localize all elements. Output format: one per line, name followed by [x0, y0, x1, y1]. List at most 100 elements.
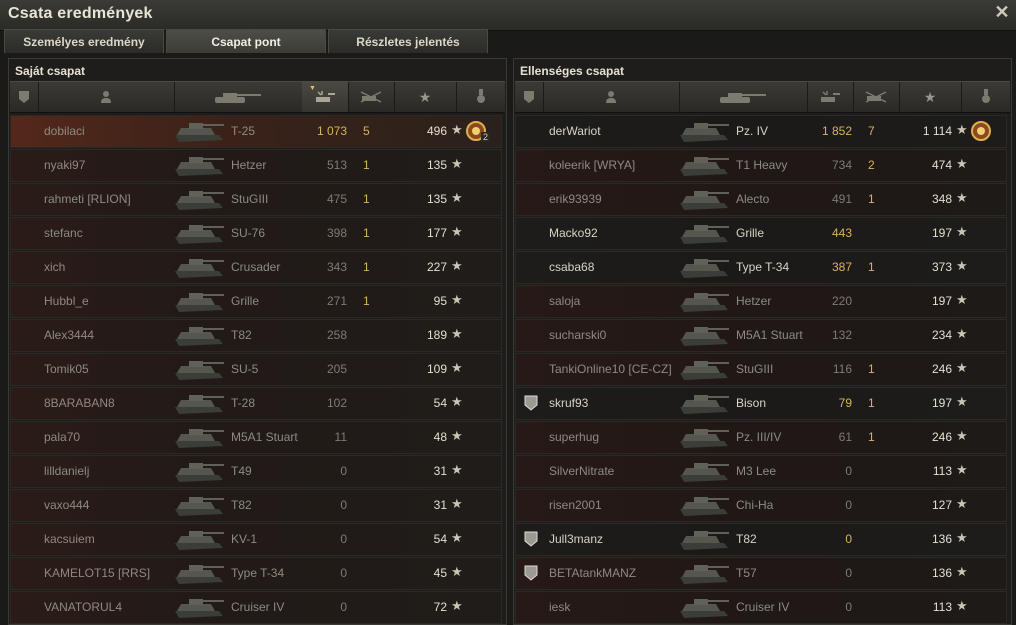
- tank-icon: [171, 152, 227, 179]
- table-row[interactable]: pala70 M5A1 Stuart 11 48 ★: [10, 421, 502, 454]
- medal-icon[interactable]: [970, 119, 992, 143]
- star-icon[interactable]: ★: [899, 82, 962, 112]
- damage-value: 61: [838, 430, 852, 444]
- table-row[interactable]: risen2001 Chi-Ha 0 127 ★: [515, 489, 1007, 522]
- table-row[interactable]: TankiOnline10 [CE-CZ] StuGIII 116 1 246 ★: [515, 353, 1007, 386]
- player-icon[interactable]: [543, 82, 680, 112]
- damage-value: 11: [334, 430, 347, 444]
- tank-name: StuGIII: [231, 192, 269, 206]
- tank-icon: [676, 186, 732, 213]
- tank-icon: [171, 594, 227, 621]
- table-row[interactable]: VANATORUL4 Cruiser IV 0 72 ★: [10, 591, 502, 624]
- kills-icon[interactable]: [853, 82, 900, 112]
- points-value: 189: [426, 328, 447, 342]
- table-row[interactable]: kacsuiem KV-1 0 54 ★: [10, 523, 502, 556]
- medal-icon[interactable]: [456, 82, 505, 112]
- tank-icon: [676, 560, 732, 587]
- damage-icon[interactable]: ▼: [302, 82, 349, 112]
- table-row[interactable]: lilldanielj T49 0 31 ★: [10, 455, 502, 488]
- kills-value: 1: [363, 226, 370, 240]
- star-icon: ★: [956, 190, 968, 205]
- tank-icon: [171, 186, 227, 213]
- clan-badge-icon: [524, 395, 538, 411]
- tank-icon: [171, 492, 227, 519]
- star-icon: ★: [956, 530, 968, 545]
- player-name: vaxo444: [44, 498, 90, 512]
- points-value: 496: [426, 124, 447, 138]
- tank-name: T49: [231, 464, 252, 478]
- table-row[interactable]: Alex3444 T82 258 189 ★: [10, 319, 502, 352]
- table-row[interactable]: SilverNitrate M3 Lee 0 113 ★: [515, 455, 1007, 488]
- player-name: Tomik05: [44, 362, 89, 376]
- damage-value: 387: [831, 260, 852, 274]
- tank-name: Type T-34: [231, 566, 285, 580]
- table-row[interactable]: vaxo444 T82 0 31 ★: [10, 489, 502, 522]
- tank-name: Type T-34: [736, 260, 790, 274]
- player-name: csaba68: [549, 260, 595, 274]
- kills-value: 1: [868, 430, 875, 444]
- damage-value: 0: [340, 566, 347, 580]
- medal-count: 2: [481, 132, 491, 142]
- table-row[interactable]: superhug Pz. III/IV 61 1 246 ★: [515, 421, 1007, 454]
- damage-value: 0: [845, 532, 852, 546]
- points-value: 348: [931, 192, 952, 206]
- tank-icon: [676, 356, 732, 383]
- table-row[interactable]: Tomik05 SU-5 205 109 ★: [10, 353, 502, 386]
- clan-badge-icon: [524, 531, 538, 547]
- table-row[interactable]: 8BARABAN8 T-28 102 54 ★: [10, 387, 502, 420]
- tab-detailed-report[interactable]: Részletes jelentés: [328, 29, 488, 53]
- player-icon[interactable]: [38, 82, 175, 112]
- tank-name: Chi-Ha: [736, 498, 774, 512]
- kills-icon[interactable]: [348, 82, 395, 112]
- tank-name: M5A1 Stuart: [231, 430, 298, 444]
- tank-icon[interactable]: [679, 82, 808, 112]
- damage-value: 734: [831, 158, 852, 172]
- tank-name: T-28: [231, 396, 256, 410]
- table-row[interactable]: Macko92 Grille 443 197 ★: [515, 217, 1007, 250]
- player-name: Hubbl_e: [44, 294, 89, 308]
- points-value: 72: [433, 600, 447, 614]
- shield-icon[interactable]: [515, 82, 544, 112]
- damage-icon[interactable]: [807, 82, 854, 112]
- player-name: nyaki97: [44, 158, 86, 172]
- player-name: stefanc: [44, 226, 83, 240]
- close-icon[interactable]: ✕: [994, 3, 1010, 21]
- table-row[interactable]: xich Crusader 343 1 227 ★: [10, 251, 502, 284]
- tank-icon[interactable]: [174, 82, 303, 112]
- shield-icon[interactable]: [10, 82, 39, 112]
- table-row[interactable]: KAMELOT15 [RRS] Type T-34 0 45 ★: [10, 557, 502, 590]
- tank-icon: [171, 526, 227, 553]
- table-row[interactable]: saloja Hetzer 220 197 ★: [515, 285, 1007, 318]
- table-row[interactable]: BETAtankMANZ T57 0 136 ★: [515, 557, 1007, 590]
- kills-value: 1: [868, 260, 875, 274]
- star-icon[interactable]: ★: [394, 82, 457, 112]
- player-name: superhug: [549, 430, 600, 444]
- tank-icon: [171, 118, 227, 145]
- table-row[interactable]: iesk Cruiser IV 0 113 ★: [515, 591, 1007, 624]
- player-name: SilverNitrate: [549, 464, 615, 478]
- points-value: 246: [931, 362, 952, 376]
- table-row[interactable]: stefanc SU-76 398 1 177 ★: [10, 217, 502, 250]
- table-row[interactable]: derWariot Pz. IV 1 852 7 1 114 ★: [515, 115, 1007, 148]
- table-row[interactable]: csaba68 Type T-34 387 1 373 ★: [515, 251, 1007, 284]
- medal-icon[interactable]: [961, 82, 1010, 112]
- tab-personal-result[interactable]: Személyes eredmény: [4, 29, 164, 53]
- table-row[interactable]: koleerik [WRYA] T1 Heavy 734 2 474 ★: [515, 149, 1007, 182]
- table-row[interactable]: erik93939 Alecto 491 1 348 ★: [515, 183, 1007, 216]
- table-row[interactable]: skruf93 Bison 79 1 197 ★: [515, 387, 1007, 420]
- table-row[interactable]: Jull3manz T82 0 136 ★: [515, 523, 1007, 556]
- table-row[interactable]: Hubbl_e Grille 271 1 95 ★: [10, 285, 502, 318]
- table-row[interactable]: sucharski0 M5A1 Stuart 132 234 ★: [515, 319, 1007, 352]
- table-row[interactable]: nyaki97 Hetzer 513 1 135 ★: [10, 149, 502, 182]
- star-icon: ★: [956, 224, 968, 239]
- points-value: 197: [931, 396, 952, 410]
- enemy-team-header: ★: [515, 81, 1010, 113]
- tank-icon: [676, 594, 732, 621]
- star-icon: ★: [956, 462, 968, 477]
- table-row[interactable]: rahmeti [RLION] StuGIII 475 1 135 ★: [10, 183, 502, 216]
- tab-team-score[interactable]: Csapat pont: [166, 29, 326, 53]
- clan-badge-icon: [524, 565, 538, 581]
- damage-value: 443: [831, 226, 852, 240]
- table-row[interactable]: dobilaci T-25 1 073 5 496 ★ 2: [10, 115, 502, 148]
- kills-value: 1: [363, 158, 370, 172]
